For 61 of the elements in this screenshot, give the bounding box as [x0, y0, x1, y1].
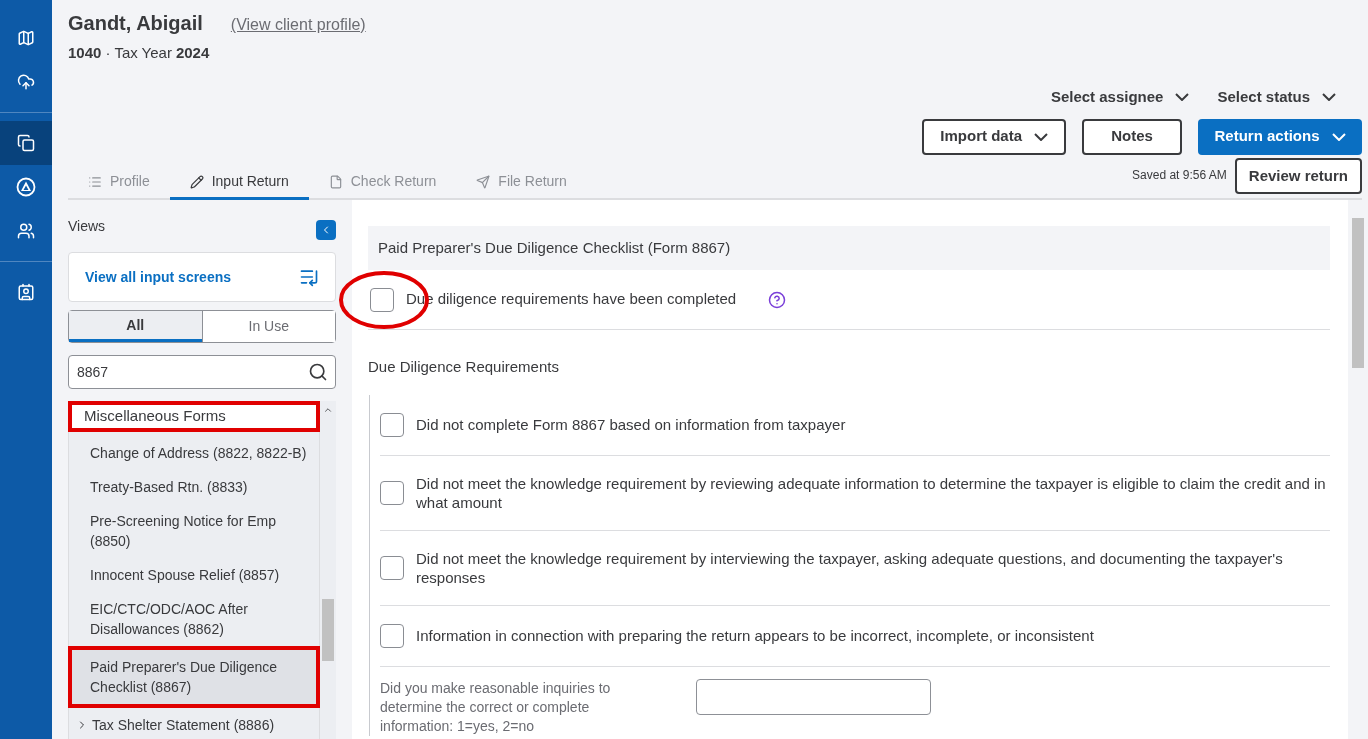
caret-icon — [1175, 93, 1190, 102]
answer-field[interactable] — [696, 678, 931, 715]
scrollbar-thumb[interactable] — [322, 599, 334, 661]
action-button[interactable]: Import data — [922, 118, 1066, 155]
filter-tab[interactable]: In Use — [201, 311, 335, 342]
cloud-upload-icon — [17, 73, 35, 91]
map-icon — [17, 29, 35, 47]
checkbox-label: Did not meet the knowledge requirement by interviewing the taxpayer, asking adequate questions, and documenting the taxpayer's responses — [416, 548, 1284, 587]
triangle-logo-icon — [16, 177, 36, 197]
views-label: Views — [68, 216, 106, 236]
people-icon — [17, 222, 35, 240]
search-field[interactable]: 8867 — [68, 355, 336, 389]
checkbox[interactable] — [370, 287, 394, 312]
view-profile-link[interactable]: (View client profile) — [230, 13, 366, 37]
form-list-item[interactable]: EIC/CTC/ODC/AOC After Disallowances (8862) — [68, 591, 320, 646]
scrollbar-thumb[interactable] — [1352, 218, 1364, 368]
select-dropdown[interactable]: Select assignee — [1050, 86, 1190, 109]
collapse-button[interactable] — [316, 220, 336, 240]
checkbox[interactable] — [380, 412, 404, 437]
scroll-up-icon — [323, 405, 333, 415]
contact-card-icon — [17, 283, 35, 301]
tab[interactable]: Input Return — [169, 166, 309, 200]
pencil-icon — [189, 174, 204, 189]
form-list-item[interactable]: Paid Preparer's Due Diligence Checklist (8867) — [68, 645, 320, 708]
action-button[interactable]: Notes — [1082, 118, 1182, 155]
checkbox-label: Did not meet the knowledge requirement by reviewing adequate information to determine the taxpayer is eligible to claim the credit and in what amount — [416, 473, 1327, 512]
scrollbar[interactable] — [320, 401, 336, 739]
form-number: 1040 — [68, 43, 102, 63]
client-name: Gandt, Abigail — [68, 11, 203, 36]
section-title: Due Diligence Requirements — [368, 357, 560, 377]
checkbox[interactable] — [380, 623, 404, 648]
list-arrow-icon — [299, 267, 319, 287]
form-list-item[interactable]: Pre-Screening Notice for Emp (8850) — [68, 503, 320, 558]
view-all-screens-button[interactable]: View all input screens — [68, 252, 336, 302]
form-list-item[interactable]: Tax Shelter Statement (8886) — [68, 707, 320, 739]
tax-year-label: Tax Year — [114, 43, 172, 63]
help-icon[interactable] — [768, 290, 787, 309]
form-list-item[interactable]: Innocent Spouse Relief (8857) — [68, 557, 320, 592]
send-icon — [476, 174, 491, 189]
checkbox[interactable] — [380, 555, 404, 580]
review-return-button[interactable]: Review return — [1234, 158, 1362, 194]
select-dropdown[interactable]: Select status — [1217, 86, 1336, 109]
checkbox-label: Information in connection with preparing the return appears to be incorrect, incomplete, or inconsistent — [416, 626, 1094, 645]
saved-status: Saved at 9:56 AM — [1132, 167, 1227, 184]
checkbox-label: Did not complete Form 8867 based on information from taxpayer — [416, 415, 846, 434]
form-list-item[interactable]: Treaty-Based Rtn. (8833) — [68, 469, 320, 504]
form-list-item[interactable]: Change of Address (8822, 8822-B) — [68, 435, 320, 470]
form-title-bar: Paid Preparer's Due Diligence Checklist (Form 8867) — [368, 226, 1330, 270]
list-icon — [88, 174, 102, 189]
search-icon — [308, 362, 328, 382]
copy-icon — [17, 134, 35, 152]
nav-item[interactable] — [0, 121, 52, 165]
action-button[interactable]: Return actions — [1198, 118, 1362, 155]
separator-dot: · — [105, 43, 111, 63]
question-label: Did you make reasonable inquiries to determine the correct or complete information: 1=yes, 2=no — [380, 678, 612, 736]
tax-year: 2024 — [175, 43, 210, 63]
filter-tab[interactable]: All — [69, 311, 202, 342]
group-header[interactable]: Miscellaneous Forms — [68, 401, 320, 432]
checkbox[interactable] — [380, 480, 404, 505]
caret-icon — [1322, 93, 1336, 102]
file-icon — [328, 174, 343, 189]
